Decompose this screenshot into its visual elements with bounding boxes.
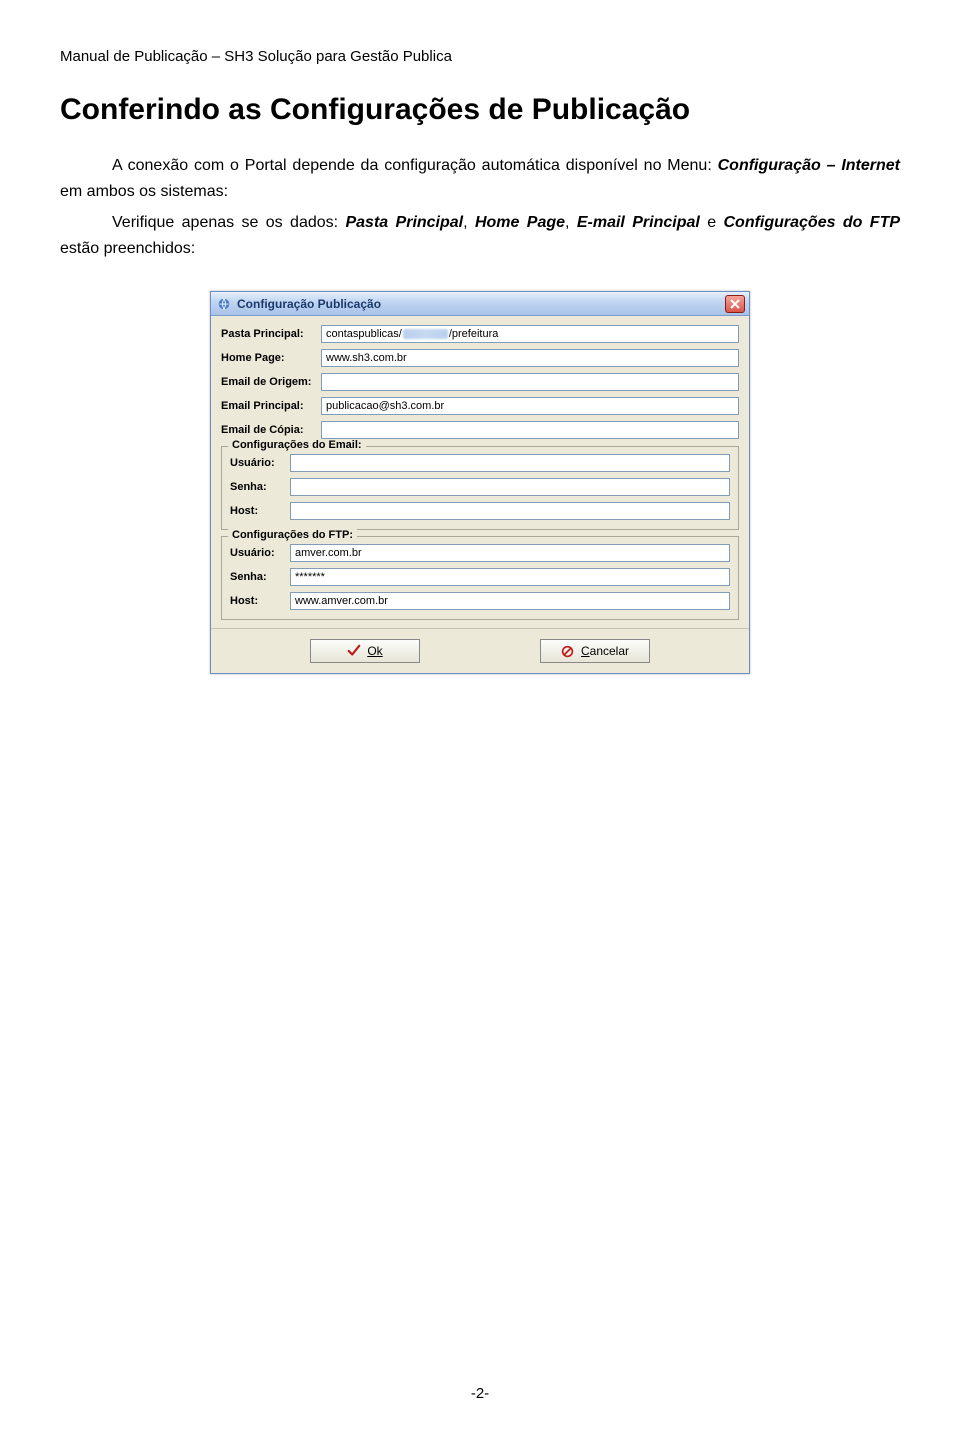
para1-pre: A conexão com o Portal depende da config…: [112, 157, 718, 174]
page-number: -2-: [0, 1385, 960, 1402]
pasta-value-post: /prefeitura: [449, 328, 499, 340]
pasta-principal-field[interactable]: contaspublicas/ /prefeitura: [321, 325, 739, 343]
paragraph-1: A conexão com o Portal depende da config…: [60, 153, 900, 204]
page-title: Conferindo as Configurações de Publicaçã…: [60, 93, 900, 127]
close-button[interactable]: [725, 295, 745, 313]
ftp-host-label: Host:: [230, 595, 290, 607]
dialog-titlebar[interactable]: Configuração Publicação: [211, 292, 749, 316]
pasta-principal-label: Pasta Principal:: [221, 328, 321, 340]
para2-field2: Home Page: [475, 214, 565, 231]
cancel-label: Cancelar: [581, 644, 629, 658]
ftp-senha-label: Senha:: [230, 571, 290, 583]
email-config-legend: Configurações do Email:: [228, 439, 366, 451]
dialog-body: Pasta Principal: contaspublicas/ /prefeit…: [211, 316, 749, 628]
email-host-label: Host:: [230, 505, 290, 517]
email-senha-field[interactable]: [290, 478, 730, 496]
email-principal-field[interactable]: [321, 397, 739, 415]
dialog-title: Configuração Publicação: [237, 297, 381, 311]
para2-field4: Configurações do FTP: [723, 214, 900, 231]
ftp-usuario-label: Usuário:: [230, 547, 290, 559]
email-principal-label: Email Principal:: [221, 400, 321, 412]
email-copia-field[interactable]: [321, 421, 739, 439]
email-host-field[interactable]: [290, 502, 730, 520]
check-icon: [347, 644, 361, 658]
para1-post: em ambos os sistemas:: [60, 183, 228, 200]
ftp-senha-field[interactable]: [290, 568, 730, 586]
home-page-label: Home Page:: [221, 352, 321, 364]
email-origem-label: Email de Origem:: [221, 376, 321, 388]
cancel-button[interactable]: Cancelar: [540, 639, 650, 663]
home-page-field[interactable]: [321, 349, 739, 367]
ftp-config-group: Configurações do FTP: Usuário: Senha: Ho…: [221, 536, 739, 620]
email-copia-label: Email de Cópia:: [221, 424, 321, 436]
dialog-window: Configuração Publicação Pasta Principal:…: [210, 291, 750, 674]
para2-field3: E-mail Principal: [577, 214, 700, 231]
para1-menu-name: Configuração – Internet: [718, 157, 900, 174]
ftp-usuario-field[interactable]: [290, 544, 730, 562]
para2-pre: Verifique apenas se os dados:: [112, 214, 345, 231]
cancel-icon: [561, 644, 575, 658]
email-usuario-field[interactable]: [290, 454, 730, 472]
ok-label: Ok: [367, 644, 382, 658]
app-icon: [217, 297, 231, 311]
dialog-button-bar: Ok Cancelar: [211, 628, 749, 673]
document-header: Manual de Publicação – SH3 Solução para …: [60, 48, 900, 65]
ok-button[interactable]: Ok: [310, 639, 420, 663]
redacted-text: [403, 329, 448, 339]
ftp-config-legend: Configurações do FTP:: [228, 529, 357, 541]
para2-post: estão preenchidos:: [60, 240, 195, 257]
para2-mid: e: [700, 214, 724, 231]
pasta-value-pre: contaspublicas/: [326, 328, 402, 340]
ftp-host-field[interactable]: [290, 592, 730, 610]
email-usuario-label: Usuário:: [230, 457, 290, 469]
email-config-group: Configurações do Email: Usuário: Senha: …: [221, 446, 739, 530]
para2-field1: Pasta Principal: [345, 214, 463, 231]
close-icon: [730, 299, 740, 309]
email-origem-field[interactable]: [321, 373, 739, 391]
paragraph-2: Verifique apenas se os dados: Pasta Prin…: [60, 210, 900, 261]
email-senha-label: Senha:: [230, 481, 290, 493]
